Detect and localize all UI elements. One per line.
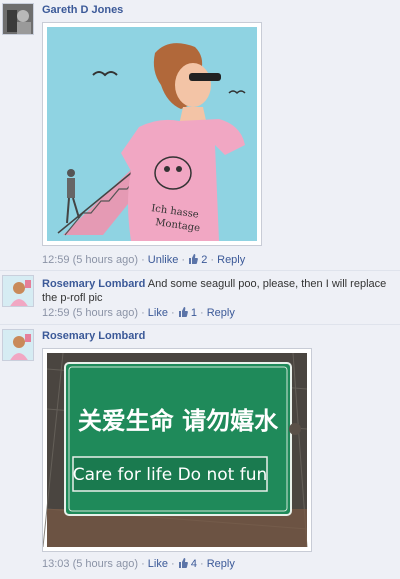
- comment-author[interactable]: Rosemary Lombard: [42, 330, 145, 342]
- divider: [0, 324, 400, 325]
- comment-gareth: Gareth D Jones Ich hasse Montage 12:59 (…: [0, 0, 400, 272]
- like-link[interactable]: Like: [148, 558, 168, 570]
- comment-time[interactable]: 12:59 (5 hours ago): [42, 254, 138, 266]
- thumbs-up-icon: [189, 254, 199, 264]
- sign-chinese-text: 关爱生命 请勿嬉水: [78, 407, 279, 435]
- comment-photo[interactable]: 关爱生命 请勿嬉水 Care for life Do not fun: [42, 348, 312, 552]
- like-count[interactable]: 2: [188, 254, 207, 266]
- comment-photo[interactable]: Ich hasse Montage: [42, 22, 262, 246]
- reply-link[interactable]: Reply: [207, 307, 235, 319]
- thumbs-up-icon: [178, 307, 188, 317]
- comment-rosemary-1: Rosemary Lombard And some seagull poo, p…: [0, 272, 400, 326]
- thumbs-up-icon: [178, 558, 188, 568]
- like-link[interactable]: Like: [148, 307, 168, 319]
- comment-author[interactable]: Gareth D Jones: [42, 4, 123, 16]
- comment-meta: 12:59 (5 hours ago) · Unlike · 2 · Reply: [42, 254, 246, 266]
- comment-time[interactable]: 12:59 (5 hours ago): [42, 307, 138, 319]
- comment-time[interactable]: 13:03 (5 hours ago): [42, 558, 138, 570]
- avatar[interactable]: [2, 3, 34, 35]
- avatar[interactable]: [2, 275, 34, 307]
- comment-meta: 13:03 (5 hours ago) · Like · 4 · Reply: [42, 558, 235, 570]
- like-count[interactable]: 4: [178, 558, 197, 570]
- sign-english-text: Care for life Do not fun: [73, 465, 268, 485]
- like-count[interactable]: 1: [178, 307, 197, 319]
- avatar[interactable]: [2, 329, 34, 361]
- divider: [0, 270, 400, 271]
- unlike-link[interactable]: Unlike: [148, 254, 179, 266]
- comment-meta: 12:59 (5 hours ago) · Like · 1 · Reply: [42, 307, 235, 319]
- reply-link[interactable]: Reply: [207, 558, 235, 570]
- reply-link[interactable]: Reply: [217, 254, 245, 266]
- comment-author[interactable]: Rosemary Lombard: [42, 278, 145, 290]
- comment-rosemary-2: Rosemary Lombard 关爱生命 请勿嬉水 Care for life…: [0, 326, 400, 579]
